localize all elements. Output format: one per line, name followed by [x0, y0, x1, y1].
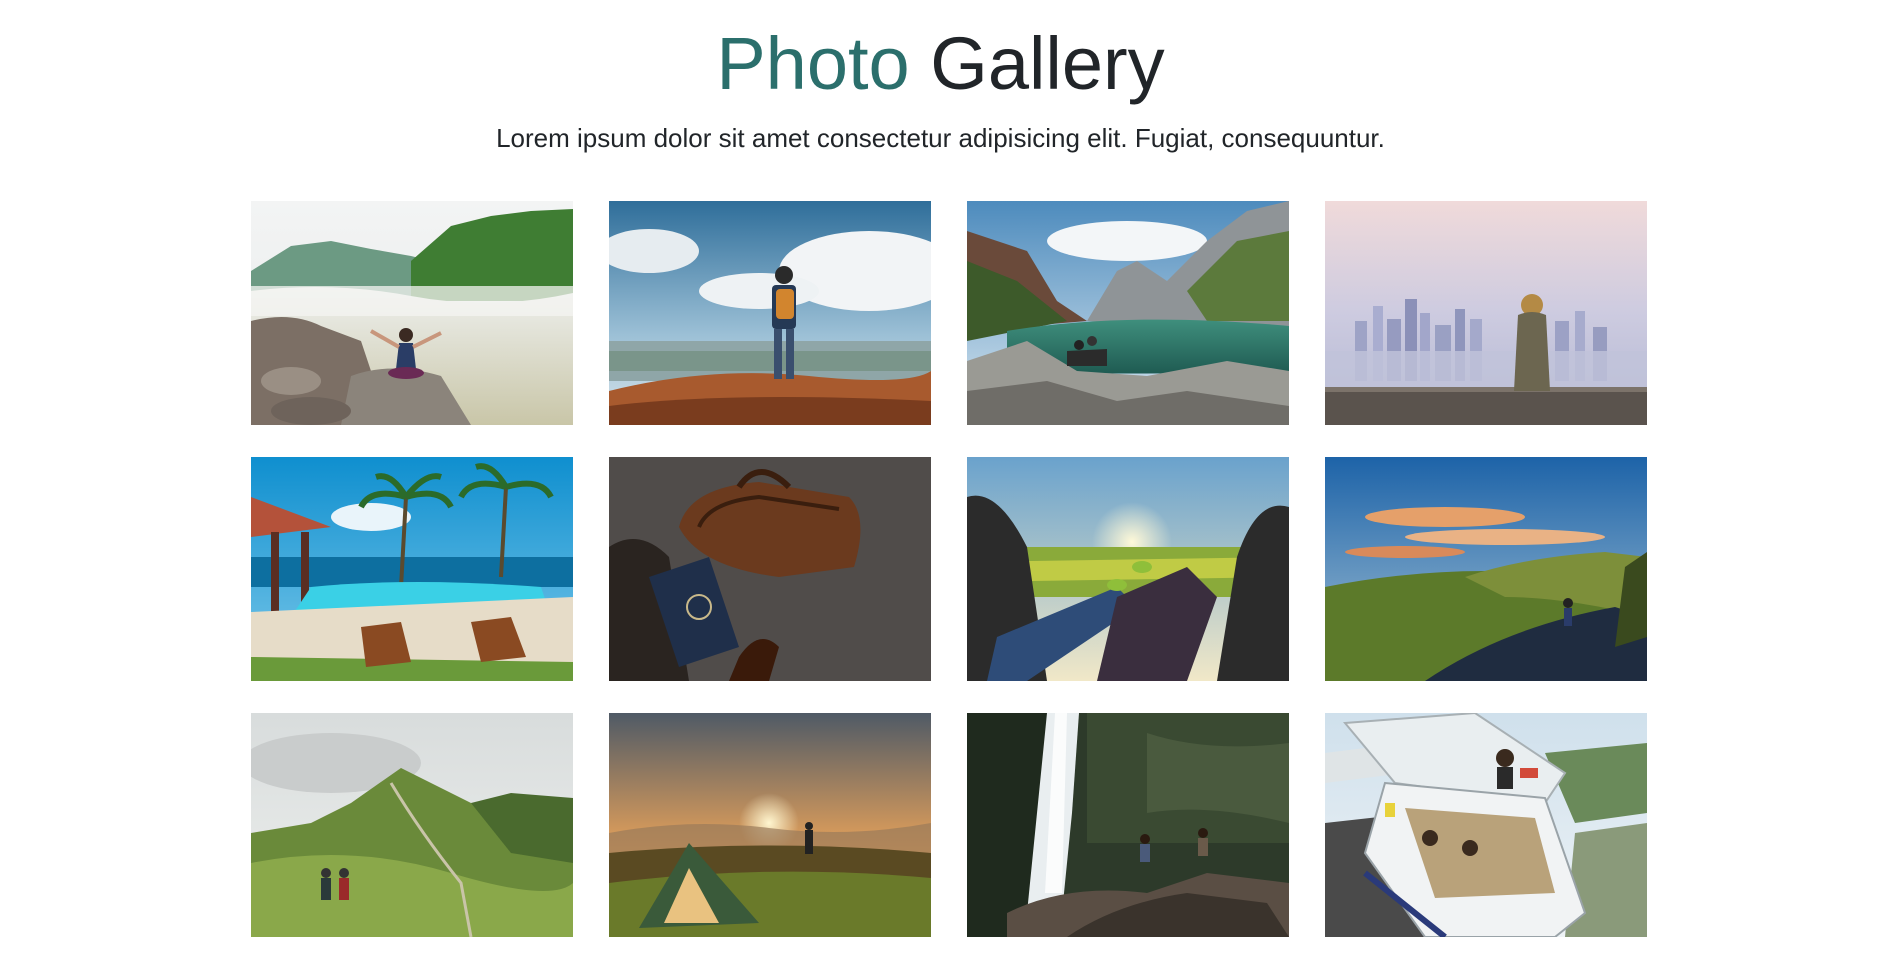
photo-grid: [251, 201, 1647, 937]
photo-green-mountain-hikers[interactable]: [251, 713, 573, 937]
title-accent: Photo: [716, 22, 910, 105]
page-title: Photo Gallery: [0, 20, 1881, 108]
photo-hiker-cliff-image: [609, 201, 931, 425]
photo-van-friends[interactable]: [1325, 713, 1647, 937]
photo-tent-sunrise[interactable]: [609, 713, 931, 937]
photo-car-trunk-sunset[interactable]: [967, 457, 1289, 681]
photo-mountain-lake[interactable]: [967, 201, 1289, 425]
photo-gallery-page: Photo Gallery Lorem ipsum dolor sit amet…: [0, 0, 1881, 963]
photo-tent-sunrise-image: [609, 713, 931, 937]
photo-mountain-lake-image: [967, 201, 1289, 425]
photo-waterfall-image: [967, 713, 1289, 937]
photo-city-view-image: [1325, 201, 1647, 425]
photo-waterfall[interactable]: [967, 713, 1289, 937]
photo-tropical-pool-image: [251, 457, 573, 681]
photo-river-meditation[interactable]: [251, 201, 573, 425]
photo-road-cyclist-image: [1325, 457, 1647, 681]
photo-passport-bag-image: [609, 457, 931, 681]
photo-tropical-pool[interactable]: [251, 457, 573, 681]
photo-hiker-cliff[interactable]: [609, 201, 931, 425]
photo-passport-bag[interactable]: [609, 457, 931, 681]
photo-road-cyclist[interactable]: [1325, 457, 1647, 681]
photo-city-view[interactable]: [1325, 201, 1647, 425]
photo-green-mountain-hikers-image: [251, 713, 573, 937]
page-subtitle: Lorem ipsum dolor sit amet consectetur a…: [496, 123, 1385, 153]
photo-van-friends-image: [1325, 713, 1647, 937]
photo-river-meditation-image: [251, 201, 573, 425]
title-rest: Gallery: [909, 22, 1165, 105]
photo-car-trunk-sunset-image: [967, 457, 1289, 681]
